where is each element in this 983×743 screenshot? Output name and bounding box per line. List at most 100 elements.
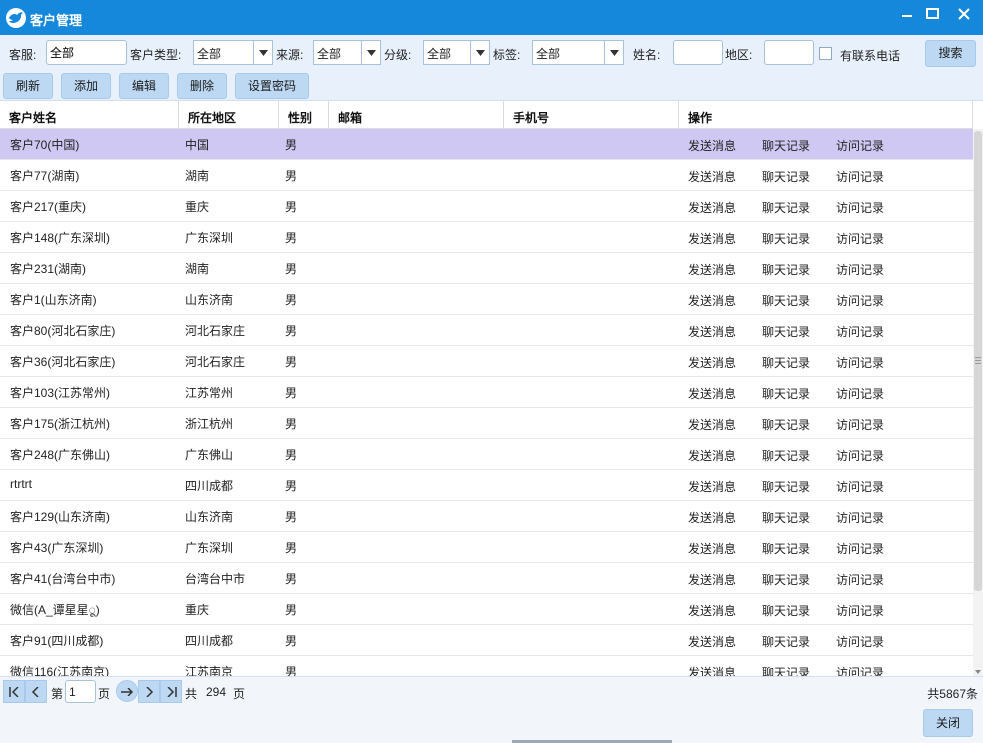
chat-history-link[interactable]: 聊天记录 bbox=[762, 323, 810, 340]
agent-input[interactable] bbox=[46, 40, 127, 65]
table-row[interactable]: 微信(A_谭星星ू) 重庆 男 发送消息 聊天记录 访问记录 bbox=[0, 594, 973, 625]
chat-history-link[interactable]: 聊天记录 bbox=[762, 199, 810, 216]
visit-history-link[interactable]: 访问记录 bbox=[836, 633, 884, 650]
send-message-link[interactable]: 发送消息 bbox=[688, 168, 736, 185]
table-row[interactable]: 客户36(河北石家庄) 河北石家庄 男 发送消息 聊天记录 访问记录 bbox=[0, 346, 973, 377]
send-message-link[interactable]: 发送消息 bbox=[688, 664, 736, 676]
edit-button[interactable]: 编辑 bbox=[119, 73, 169, 99]
table-row[interactable]: 客户41(台湾台中市) 台湾台中市 男 发送消息 聊天记录 访问记录 bbox=[0, 563, 973, 594]
delete-button[interactable]: 删除 bbox=[177, 73, 227, 99]
scroll-down-icon[interactable] bbox=[975, 670, 981, 674]
vertical-scrollbar[interactable] bbox=[973, 129, 983, 676]
table-row[interactable]: 客户248(广东佛山) 广东佛山 男 发送消息 聊天记录 访问记录 bbox=[0, 439, 973, 470]
table-row[interactable]: 客户217(重庆) 重庆 男 发送消息 聊天记录 访问记录 bbox=[0, 191, 973, 222]
column-header-email[interactable]: 邮箱 bbox=[329, 101, 504, 129]
send-message-link[interactable]: 发送消息 bbox=[688, 230, 736, 247]
visit-history-link[interactable]: 访问记录 bbox=[836, 323, 884, 340]
visit-history-link[interactable]: 访问记录 bbox=[836, 540, 884, 557]
visit-history-link[interactable]: 访问记录 bbox=[836, 509, 884, 526]
chat-history-link[interactable]: 聊天记录 bbox=[762, 478, 810, 495]
send-message-link[interactable]: 发送消息 bbox=[688, 354, 736, 371]
name-input[interactable] bbox=[673, 40, 723, 65]
table-row[interactable]: rtrtrt 四川成都 男 发送消息 聊天记录 访问记录 bbox=[0, 470, 973, 501]
visit-history-link[interactable]: 访问记录 bbox=[836, 416, 884, 433]
send-message-link[interactable]: 发送消息 bbox=[688, 509, 736, 526]
table-row[interactable]: 客户43(广东深圳) 广东深圳 男 发送消息 聊天记录 访问记录 bbox=[0, 532, 973, 563]
send-message-link[interactable]: 发送消息 bbox=[688, 602, 736, 619]
customer-type-select[interactable]: 全部 bbox=[193, 40, 273, 65]
minimize-icon[interactable] bbox=[897, 5, 917, 25]
visit-history-link[interactable]: 访问记录 bbox=[836, 571, 884, 588]
source-select[interactable]: 全部 bbox=[313, 40, 381, 65]
table-row[interactable]: 客户91(四川成都) 四川成都 男 发送消息 聊天记录 访问记录 bbox=[0, 625, 973, 656]
column-header-region[interactable]: 所在地区 bbox=[179, 101, 279, 129]
first-page-icon[interactable] bbox=[3, 680, 25, 703]
maximize-icon[interactable] bbox=[922, 5, 942, 25]
chat-history-link[interactable]: 聊天记录 bbox=[762, 354, 810, 371]
chat-history-link[interactable]: 聊天记录 bbox=[762, 540, 810, 557]
chat-history-link[interactable]: 聊天记录 bbox=[762, 633, 810, 650]
visit-history-link[interactable]: 访问记录 bbox=[836, 230, 884, 247]
last-page-icon[interactable] bbox=[160, 680, 182, 703]
chat-history-link[interactable]: 聊天记录 bbox=[762, 385, 810, 402]
visit-history-link[interactable]: 访问记录 bbox=[836, 199, 884, 216]
send-message-link[interactable]: 发送消息 bbox=[688, 323, 736, 340]
add-button[interactable]: 添加 bbox=[61, 73, 111, 99]
visit-history-link[interactable]: 访问记录 bbox=[836, 137, 884, 154]
table-row[interactable]: 客户175(浙江杭州) 浙江杭州 男 发送消息 聊天记录 访问记录 bbox=[0, 408, 973, 439]
level-select[interactable]: 全部 bbox=[423, 40, 490, 65]
table-row[interactable]: 客户148(广东深圳) 广东深圳 男 发送消息 聊天记录 访问记录 bbox=[0, 222, 973, 253]
visit-history-link[interactable]: 访问记录 bbox=[836, 385, 884, 402]
search-button[interactable]: 搜索 bbox=[925, 40, 976, 67]
chat-history-link[interactable]: 聊天记录 bbox=[762, 602, 810, 619]
page-number-input[interactable]: 1 bbox=[65, 680, 96, 703]
send-message-link[interactable]: 发送消息 bbox=[688, 292, 736, 309]
chat-history-link[interactable]: 聊天记录 bbox=[762, 416, 810, 433]
send-message-link[interactable]: 发送消息 bbox=[688, 571, 736, 588]
has-phone-checkbox[interactable] bbox=[819, 47, 832, 60]
chat-history-link[interactable]: 聊天记录 bbox=[762, 230, 810, 247]
close-button[interactable]: 关闭 bbox=[923, 709, 973, 737]
send-message-link[interactable]: 发送消息 bbox=[688, 416, 736, 433]
chat-history-link[interactable]: 聊天记录 bbox=[762, 292, 810, 309]
chat-history-link[interactable]: 聊天记录 bbox=[762, 509, 810, 526]
send-message-link[interactable]: 发送消息 bbox=[688, 540, 736, 557]
visit-history-link[interactable]: 访问记录 bbox=[836, 602, 884, 619]
table-row[interactable]: 客户80(河北石家庄) 河北石家庄 男 发送消息 聊天记录 访问记录 bbox=[0, 315, 973, 346]
send-message-link[interactable]: 发送消息 bbox=[688, 478, 736, 495]
visit-history-link[interactable]: 访问记录 bbox=[836, 447, 884, 464]
visit-history-link[interactable]: 访问记录 bbox=[836, 168, 884, 185]
prev-page-icon[interactable] bbox=[25, 680, 47, 703]
next-page-icon[interactable] bbox=[138, 680, 160, 703]
column-header-phone[interactable]: 手机号 bbox=[504, 101, 679, 129]
send-message-link[interactable]: 发送消息 bbox=[688, 137, 736, 154]
send-message-link[interactable]: 发送消息 bbox=[688, 633, 736, 650]
region-input[interactable] bbox=[764, 40, 814, 65]
table-row[interactable]: 客户77(湖南) 湖南 男 发送消息 聊天记录 访问记录 bbox=[0, 160, 973, 191]
visit-history-link[interactable]: 访问记录 bbox=[836, 664, 884, 676]
tag-select[interactable]: 全部 bbox=[532, 40, 624, 65]
visit-history-link[interactable]: 访问记录 bbox=[836, 478, 884, 495]
table-row[interactable]: 客户103(江苏常州) 江苏常州 男 发送消息 聊天记录 访问记录 bbox=[0, 377, 973, 408]
chat-history-link[interactable]: 聊天记录 bbox=[762, 664, 810, 676]
chat-history-link[interactable]: 聊天记录 bbox=[762, 261, 810, 278]
chat-history-link[interactable]: 聊天记录 bbox=[762, 571, 810, 588]
visit-history-link[interactable]: 访问记录 bbox=[836, 354, 884, 371]
table-row[interactable]: 微信116(江苏南京) 江苏南京 男 发送消息 聊天记录 访问记录 bbox=[0, 656, 973, 676]
table-row[interactable]: 客户231(湖南) 湖南 男 发送消息 聊天记录 访问记录 bbox=[0, 253, 973, 284]
refresh-button[interactable]: 刷新 bbox=[3, 73, 53, 99]
send-message-link[interactable]: 发送消息 bbox=[688, 261, 736, 278]
table-row[interactable]: 客户1(山东济南) 山东济南 男 发送消息 聊天记录 访问记录 bbox=[0, 284, 973, 315]
visit-history-link[interactable]: 访问记录 bbox=[836, 292, 884, 309]
chat-history-link[interactable]: 聊天记录 bbox=[762, 447, 810, 464]
arrow-right-icon[interactable] bbox=[116, 680, 138, 702]
table-row[interactable]: 客户129(山东济南) 山东济南 男 发送消息 聊天记录 访问记录 bbox=[0, 501, 973, 532]
table-row[interactable]: 客户70(中国) 中国 男 发送消息 聊天记录 访问记录 bbox=[0, 129, 973, 160]
chat-history-link[interactable]: 聊天记录 bbox=[762, 168, 810, 185]
set-password-button[interactable]: 设置密码 bbox=[235, 73, 309, 99]
visit-history-link[interactable]: 访问记录 bbox=[836, 261, 884, 278]
column-header-name[interactable]: 客户姓名 bbox=[0, 101, 179, 129]
column-header-gender[interactable]: 性别 bbox=[279, 101, 329, 129]
close-icon[interactable] bbox=[954, 5, 974, 25]
send-message-link[interactable]: 发送消息 bbox=[688, 199, 736, 216]
